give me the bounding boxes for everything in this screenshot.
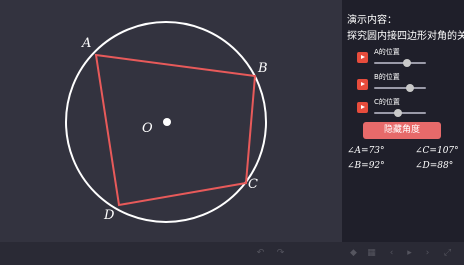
- prev-icon[interactable]: ‹: [386, 248, 397, 259]
- play-a-button[interactable]: [357, 52, 368, 63]
- bottom-toolbar: ↶ ↷ ◆ ▦ ‹ ▸ › ⤢: [0, 242, 464, 265]
- shape-icon[interactable]: ◆: [348, 248, 359, 259]
- undo-icon[interactable]: ↶: [255, 248, 266, 259]
- redo-icon[interactable]: ↷: [275, 248, 286, 259]
- control-a-label: A的位置: [374, 48, 400, 56]
- center-point[interactable]: [163, 118, 171, 126]
- angle-b-value: ∠B=92°: [347, 161, 385, 171]
- slider-c-knob[interactable]: [393, 109, 402, 117]
- angle-c-value: ∠C=107°: [415, 146, 459, 156]
- slider-a[interactable]: [374, 59, 426, 67]
- geometry-figure: O A B C D: [65, 21, 268, 223]
- geometry-canvas[interactable]: O A B C D: [0, 0, 342, 242]
- next-icon[interactable]: ›: [422, 248, 433, 259]
- angle-d-value: ∠D=88°: [415, 161, 454, 171]
- panel-subtitle: 探究圆内接四边形对角的关: [347, 31, 464, 42]
- slider-b[interactable]: [374, 84, 426, 92]
- expand-icon[interactable]: ⤢: [442, 248, 453, 259]
- center-label: O: [142, 121, 153, 136]
- hide-angles-button[interactable]: 隐藏角度: [363, 122, 441, 139]
- vertex-c-label[interactable]: C: [248, 177, 258, 192]
- slider-c[interactable]: [374, 109, 426, 117]
- inscribed-quadrilateral: [94, 53, 257, 207]
- vertex-b-label[interactable]: B: [257, 61, 268, 76]
- angle-a-value: ∠A=73°: [347, 146, 385, 156]
- panel-title: 演示内容：: [347, 15, 397, 26]
- grid-icon[interactable]: ▦: [366, 248, 377, 259]
- slider-a-knob[interactable]: [402, 59, 411, 67]
- control-c-label: C的位置: [374, 98, 400, 106]
- vertex-a-label[interactable]: A: [81, 36, 91, 51]
- vertex-d-label[interactable]: D: [103, 208, 115, 223]
- play-c-button[interactable]: [357, 102, 368, 113]
- control-panel: 演示内容： 探究圆内接四边形对角的关 A的位置 B的位置 C的位置 隐藏角度 ∠…: [342, 0, 464, 242]
- slider-b-knob[interactable]: [405, 84, 414, 92]
- control-b-label: B的位置: [374, 73, 400, 81]
- play-b-button[interactable]: [357, 79, 368, 90]
- play-icon[interactable]: ▸: [404, 248, 415, 259]
